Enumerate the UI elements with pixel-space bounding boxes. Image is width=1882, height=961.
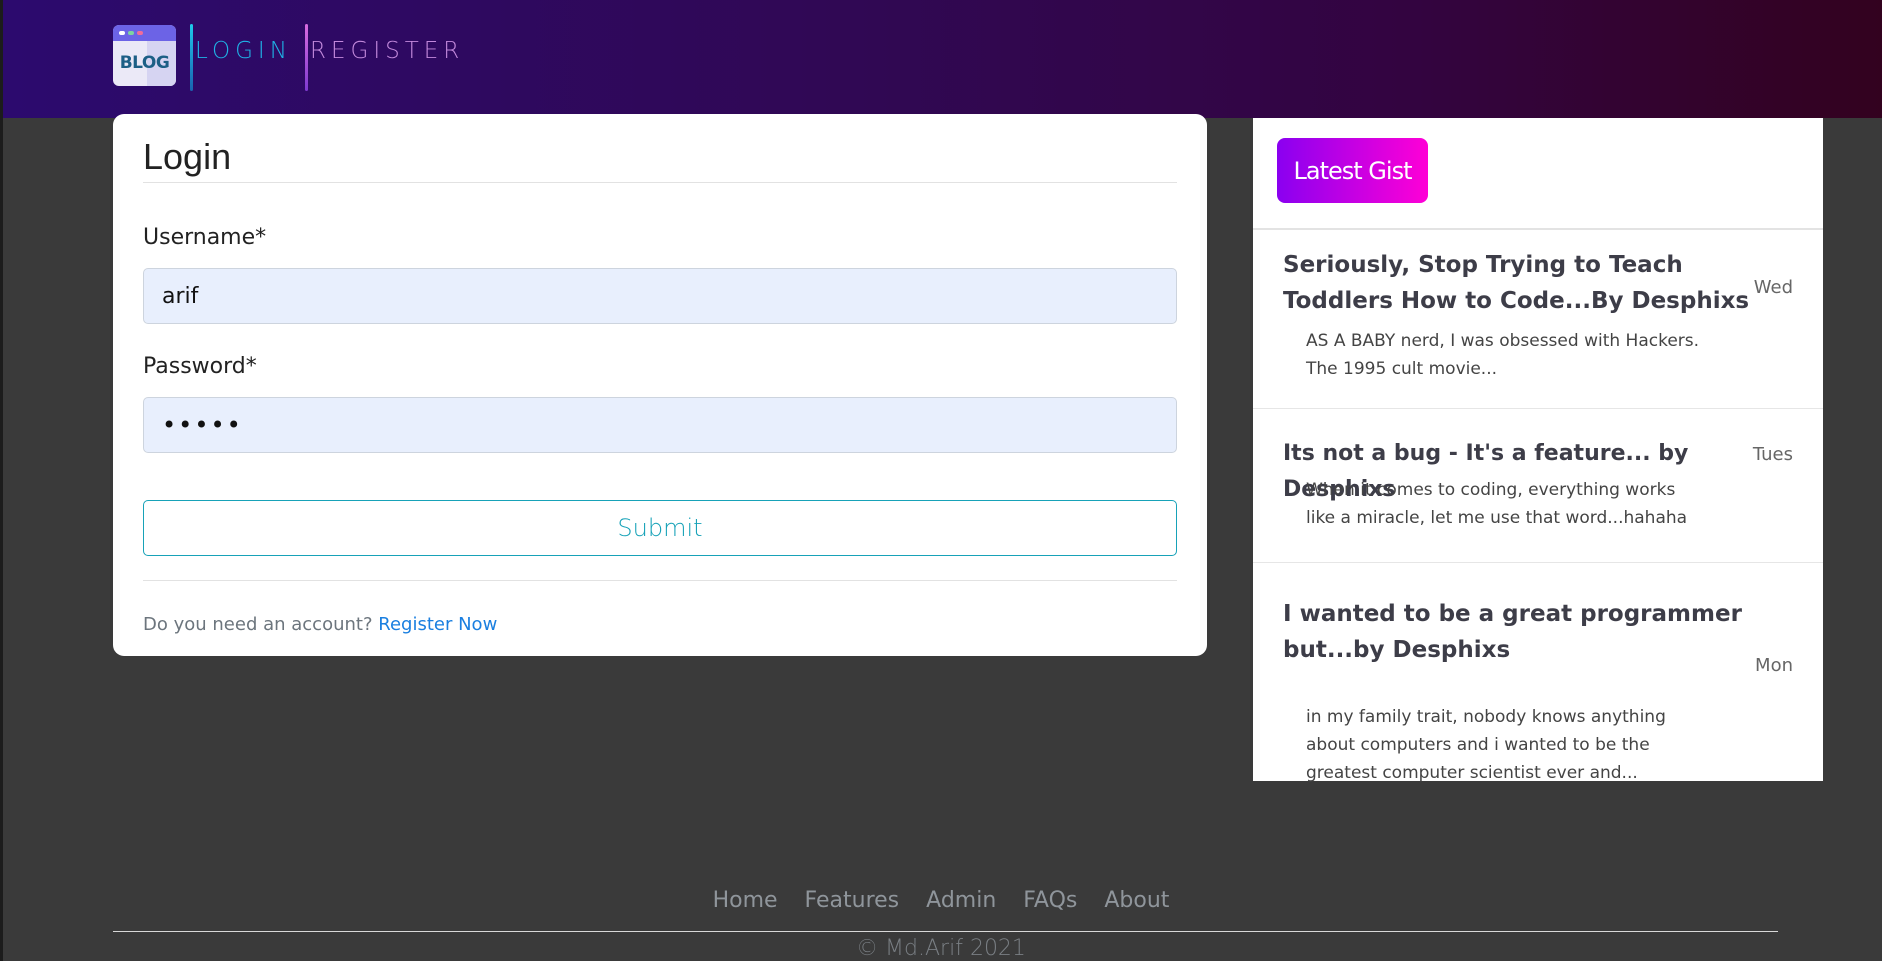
- footer-nav: Home Features Admin FAQs About: [0, 888, 1882, 913]
- site-header: BLOG LOGIN REGISTER: [3, 0, 1882, 118]
- nav-separator: [190, 24, 193, 91]
- page-edge: [0, 0, 3, 961]
- gist-day: Tues: [1752, 444, 1793, 465]
- latest-gist-sidebar: Latest Gist Seriously, Stop Trying to Te…: [1253, 118, 1823, 783]
- footer-link-features[interactable]: Features: [805, 888, 900, 913]
- gist-excerpt: AS A BABY nerd, I was obsessed with Hack…: [1306, 331, 1700, 379]
- gist-day: Mon: [1755, 655, 1793, 676]
- copyright-text: © Md.Arif 2021: [856, 936, 1026, 961]
- gist-header: Latest Gist: [1253, 118, 1823, 230]
- nav-register-link[interactable]: REGISTER: [310, 38, 464, 64]
- latest-gist-badge: Latest Gist: [1277, 138, 1428, 203]
- username-input[interactable]: [143, 268, 1177, 324]
- logo-dot-icon: [137, 31, 143, 35]
- logo-dot-icon: [128, 31, 134, 35]
- logo-dot-icon: [119, 31, 125, 35]
- footer-divider: [113, 931, 1778, 932]
- account-prompt: Do you need an account? Register Now: [143, 614, 497, 635]
- footer-link-about[interactable]: About: [1104, 888, 1169, 913]
- footer-link-faqs[interactable]: FAQs: [1023, 888, 1077, 913]
- account-prompt-text: Do you need an account?: [143, 614, 373, 635]
- nav-login-link[interactable]: LOGIN: [195, 38, 292, 64]
- gist-title[interactable]: Seriously, Stop Trying to Teach Toddlers…: [1283, 247, 1753, 319]
- nav-separator: [305, 24, 308, 91]
- password-input[interactable]: [143, 397, 1177, 453]
- submit-button[interactable]: Submit: [143, 500, 1177, 556]
- blog-logo[interactable]: BLOG: [113, 25, 176, 86]
- footer-link-home[interactable]: Home: [713, 888, 778, 913]
- footer-link-admin[interactable]: Admin: [926, 888, 996, 913]
- gist-excerpt: in my family trait, nobody knows anythin…: [1306, 707, 1666, 783]
- logo-text: BLOG: [119, 53, 170, 73]
- login-title: Login: [143, 136, 232, 177]
- form-divider: [143, 580, 1177, 581]
- gist-item[interactable]: I wanted to be a great programmer but...…: [1253, 563, 1823, 783]
- password-label: Password*: [143, 354, 257, 379]
- login-card: Login Username* Password* Submit Do you …: [113, 114, 1207, 656]
- gist-day: Wed: [1753, 277, 1793, 298]
- title-divider: [143, 182, 1177, 183]
- gist-item[interactable]: Seriously, Stop Trying to Teach Toddlers…: [1253, 230, 1823, 409]
- register-now-link[interactable]: Register Now: [378, 614, 497, 635]
- gist-title[interactable]: I wanted to be a great programmer but...…: [1283, 596, 1753, 668]
- username-label: Username*: [143, 225, 267, 250]
- gist-excerpt: When it comes to coding, everything work…: [1306, 480, 1688, 528]
- gist-item[interactable]: Its not a bug - It's a feature... by Des…: [1253, 409, 1823, 563]
